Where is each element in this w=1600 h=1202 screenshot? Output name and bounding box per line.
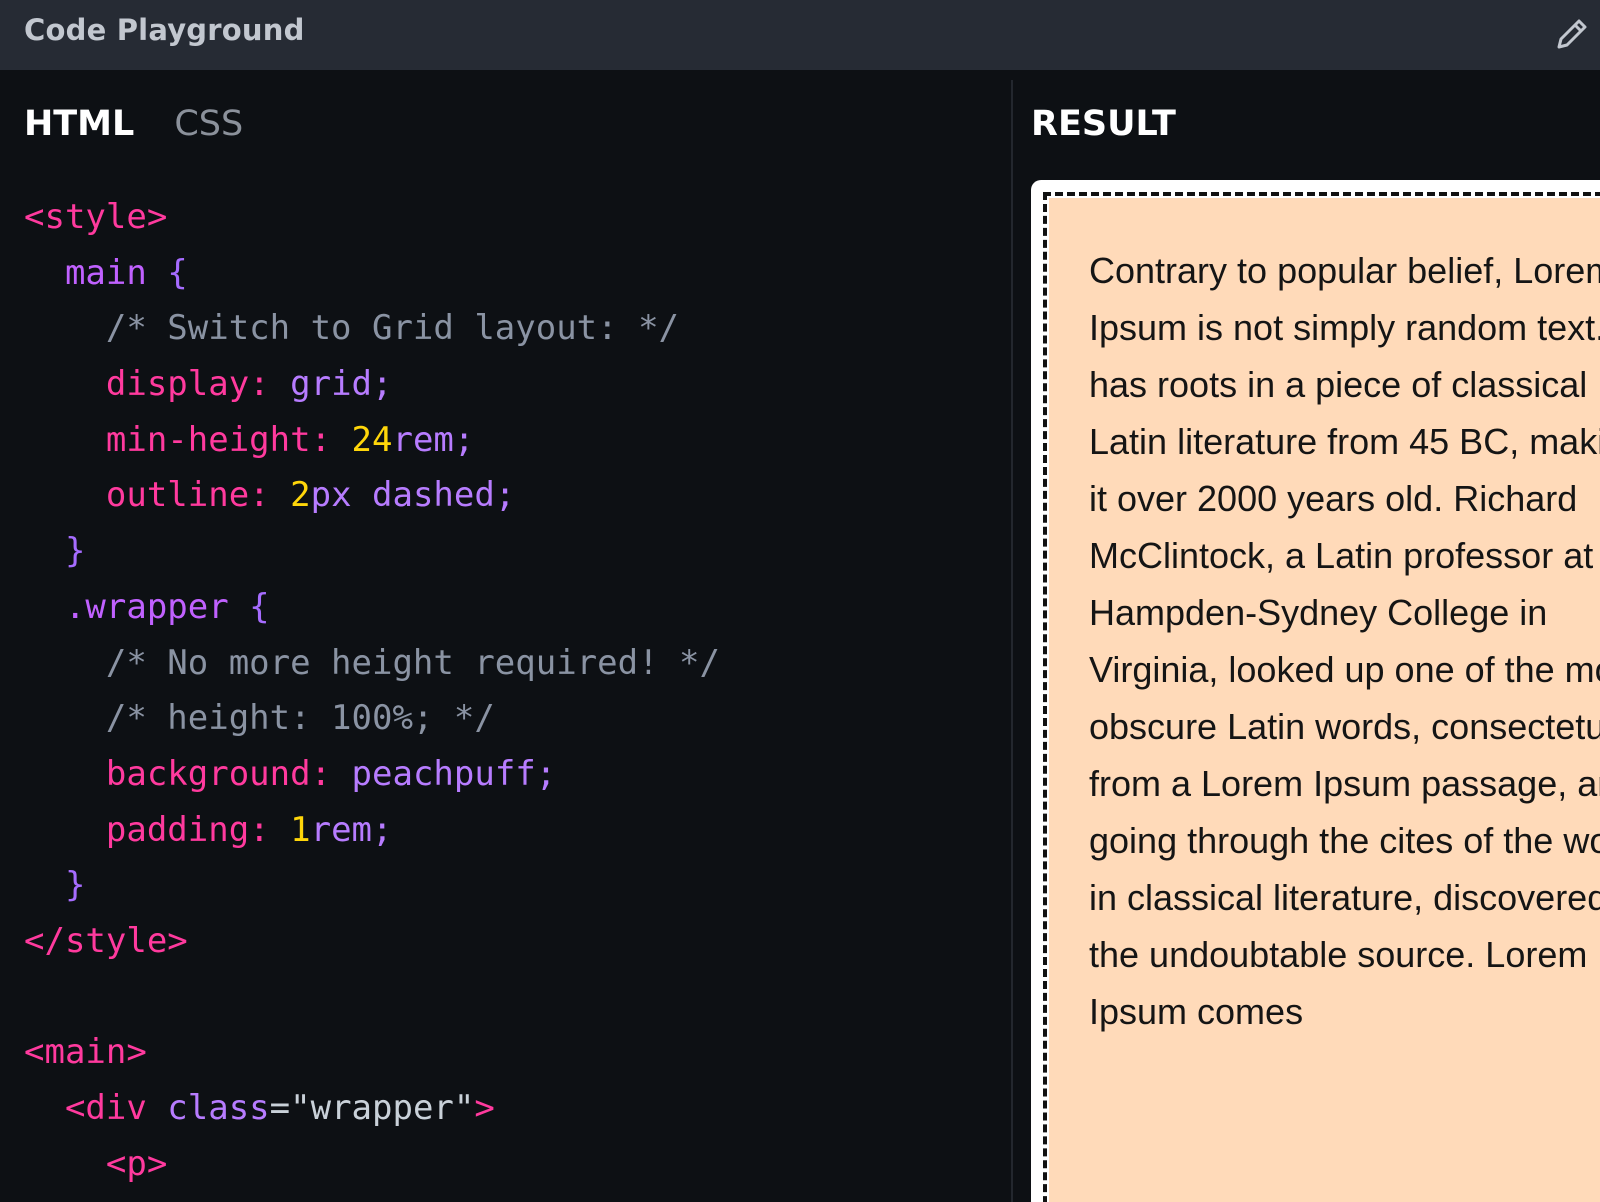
code-editor[interactable]: <style> main { /* Switch to Grid layout:…: [24, 190, 1001, 1192]
code-token: min-height: [24, 419, 311, 460]
code-token: <main>: [24, 1032, 147, 1073]
code-token: <style>: [24, 197, 168, 237]
code-token: px dashed;: [310, 475, 516, 516]
code-token: }: [24, 865, 86, 906]
code-token: peachpuff;: [351, 753, 557, 794]
code-token: }: [24, 531, 86, 572]
app-title: Code Playground: [24, 13, 305, 47]
code-line: }: [24, 858, 1001, 914]
code-token: {: [167, 252, 188, 293]
code-line: }: [24, 524, 1001, 580]
code-token: >: [474, 1088, 495, 1128]
code-token: /* height: 100%; */: [24, 698, 495, 739]
code-token: :: [310, 419, 352, 460]
preview-wrapper: Contrary to popular belief, Lorem Ipsum …: [1049, 198, 1600, 1202]
code-token: :: [249, 475, 291, 516]
code-token: grid;: [290, 364, 393, 405]
code-token: :: [310, 753, 352, 794]
code-line: /* No more height required! */: [24, 636, 1001, 692]
code-line: <p>: [24, 1137, 1001, 1193]
code-token: outline: [24, 475, 250, 516]
code-token: rem;: [392, 419, 475, 460]
code-token: rem;: [310, 809, 393, 850]
code-token: class: [167, 1088, 270, 1128]
code-token: {: [249, 586, 270, 627]
code-token: background: [24, 753, 311, 794]
editor-tabs: HTML CSS: [24, 102, 283, 146]
code-line: outline: 2px dashed;: [24, 468, 1001, 524]
app-header: Code Playground: [0, 0, 1600, 70]
code-line: <div class="wrapper">: [24, 1081, 1001, 1137]
result-pane: RESULT Contrary to popular belief, Lorem…: [1013, 70, 1600, 1202]
code-line: background: peachpuff;: [24, 747, 1001, 803]
preview-paragraph: Contrary to popular belief, Lorem Ipsum …: [1089, 250, 1600, 1032]
code-token: /* No more height required! */: [24, 642, 720, 683]
code-token: :: [249, 809, 291, 850]
code-token: padding: [24, 809, 250, 850]
pencil-icon: [1553, 15, 1591, 53]
editor-pane: HTML CSS <style> main { /* Switch to Gri…: [0, 70, 1011, 1202]
code-line: <style>: [24, 190, 1001, 246]
tab-css[interactable]: CSS: [174, 102, 243, 146]
code-token: <p>: [24, 1143, 168, 1184]
code-line: padding: 1rem;: [24, 803, 1001, 859]
result-title: RESULT: [1031, 104, 1176, 144]
code-token: 2: [290, 475, 311, 516]
code-line: min-height: 24rem;: [24, 413, 1001, 469]
edit-button[interactable]: [1550, 12, 1594, 56]
code-token: 24: [351, 419, 393, 460]
code-line: /* height: 100%; */: [24, 691, 1001, 747]
preview-main: Contrary to popular belief, Lorem Ipsum …: [1043, 192, 1600, 1202]
code-token: </style>: [24, 920, 188, 961]
code-line: </style>: [24, 914, 1001, 970]
tab-html[interactable]: HTML: [24, 102, 134, 146]
code-line: /* Switch to Grid layout: */: [24, 301, 1001, 357]
code-line: main {: [24, 246, 1001, 302]
code-token: <div: [24, 1088, 168, 1128]
code-line: display: grid;: [24, 357, 1001, 413]
code-line: .wrapper {: [24, 580, 1001, 636]
code-token: main: [24, 252, 168, 293]
result-preview: Contrary to popular belief, Lorem Ipsum …: [1031, 180, 1600, 1202]
code-token: 1: [290, 809, 311, 850]
code-token: .wrapper: [24, 586, 250, 627]
code-line: <main>: [24, 1025, 1001, 1081]
code-token: :: [249, 364, 291, 405]
code-token: /* Switch to Grid layout: */: [24, 308, 680, 349]
code-token: display: [24, 364, 250, 405]
code-token: ="wrapper": [269, 1088, 475, 1128]
